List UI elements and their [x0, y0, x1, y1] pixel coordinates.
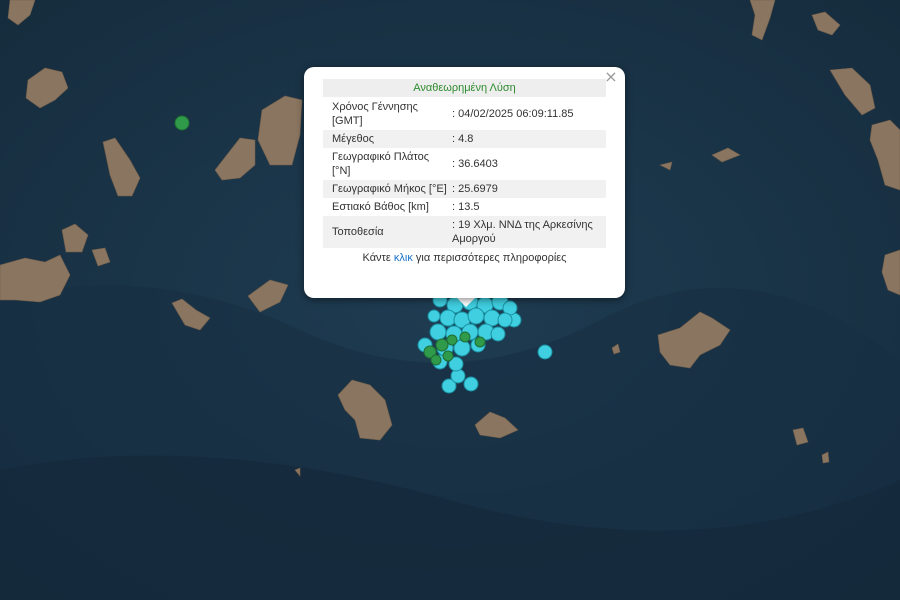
quake-marker: [442, 350, 454, 362]
latitude-label: Γεωγραφικό Πλάτος [°N]: [332, 151, 430, 177]
more-info-line: Κάντε κλικ για περισσότερες πληροφορίες: [323, 252, 606, 264]
earthquake-info-popup: × Αναθεωρημένη Λύση Χρόνος Γέννησης [GMT…: [304, 67, 625, 298]
quake-marker: [429, 323, 447, 341]
depth-label: Εστιακό Βάθος [km]: [332, 201, 429, 213]
close-icon[interactable]: ×: [603, 69, 619, 85]
magnitude-label: Μέγεθος: [332, 133, 375, 145]
magnitude-value: : 4.8: [452, 133, 474, 145]
longitude-label: Γεωγραφικό Μήκος [°E]: [332, 183, 447, 195]
info-table: Χρόνος Γέννησης [GMT] : 04/02/2025 06:09…: [323, 98, 606, 248]
quake-marker: [446, 334, 458, 346]
location-value: : 19 Χλμ. ΝΝΔ της Αρκεσίνης Αμοργού: [452, 219, 593, 245]
table-row: Μέγεθος : 4.8: [323, 130, 606, 148]
more-info-suffix: για περισσότερες πληροφορίες: [412, 252, 567, 264]
table-row: Χρόνος Γέννησης [GMT] : 04/02/2025 06:09…: [323, 98, 606, 130]
table-row: Τοποθεσία : 19 Χλμ. ΝΝΔ της Αρκεσίνης Αμ…: [323, 216, 606, 248]
quake-marker: [435, 338, 449, 352]
origin-time-label: Χρόνος Γέννησης [GMT]: [332, 101, 418, 127]
quake-marker: [439, 309, 457, 327]
table-row: Γεωγραφικό Μήκος [°E] : 25.6979: [323, 180, 606, 198]
popup-title: Αναθεωρημένη Λύση: [323, 79, 606, 97]
more-info-prefix: Κάντε: [362, 252, 394, 264]
quake-marker: [497, 312, 513, 328]
location-label: Τοποθεσία: [332, 226, 384, 238]
island: [0, 254, 71, 303]
quake-marker: [174, 115, 190, 131]
depth-value: : 13.5: [452, 201, 480, 213]
quake-marker: [427, 309, 441, 323]
popup-pointer: [456, 297, 476, 307]
quake-marker: [463, 376, 479, 392]
longitude-value: : 25.6979: [452, 183, 498, 195]
latitude-value: : 36.6403: [452, 158, 498, 170]
quake-marker: [467, 307, 485, 325]
table-row: Γεωγραφικό Πλάτος [°N] : 36.6403: [323, 148, 606, 180]
quake-marker: [537, 344, 553, 360]
quake-marker: [474, 336, 486, 348]
table-row: Εστιακό Βάθος [km] : 13.5: [323, 198, 606, 216]
quake-marker: [490, 326, 506, 342]
more-info-link[interactable]: κλικ: [394, 252, 413, 264]
quake-marker: [459, 331, 471, 343]
quake-marker: [430, 354, 442, 366]
origin-time-value: : 04/02/2025 06:09:11.85: [452, 108, 574, 120]
